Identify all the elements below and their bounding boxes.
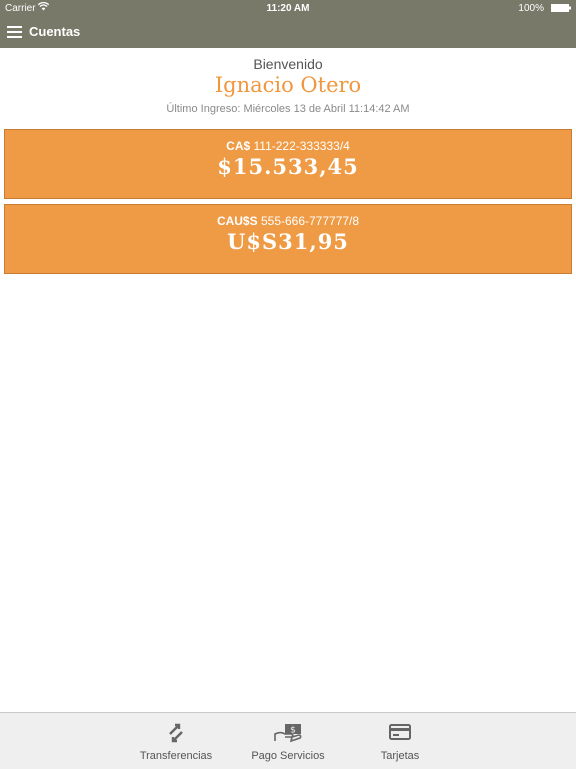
- tab-label: Transferencias: [139, 750, 213, 762]
- account-type: CAU$S: [216, 214, 258, 228]
- status-bar: Carrier 11:20 AM 100%: [0, 0, 576, 16]
- tab-label: Pago Servicios: [251, 750, 325, 762]
- nav-bar: Cuentas: [0, 18, 576, 48]
- account-number: 555-666-777777/8: [260, 214, 360, 228]
- welcome-label: Bienvenido: [253, 56, 323, 72]
- tab-bar: Transferencias $ Pago Servicios Tarjetas: [0, 712, 576, 769]
- tab-pago-servicios[interactable]: $ Pago Servicios: [238, 713, 338, 769]
- payment-icon: $: [274, 724, 302, 743]
- user-name: Ignacio Otero: [214, 73, 362, 97]
- transfer-arrows-icon: [169, 723, 183, 743]
- battery-percentage: 100%: [518, 3, 544, 14]
- account-balance: U$S31,95: [227, 229, 349, 254]
- welcome-section: Bienvenido Ignacio Otero: [0, 56, 576, 97]
- tab-tarjetas[interactable]: Tarjetas: [350, 713, 450, 769]
- account-number: 111-222-333333/4: [253, 139, 350, 153]
- battery-icon: [551, 4, 571, 12]
- account-balance: $15.533,45: [217, 154, 359, 179]
- hamburger-menu-icon[interactable]: [7, 26, 22, 38]
- account-type: CA$: [226, 139, 251, 153]
- last-login-text: Último Ingreso: Miércoles 13 de Abril 11…: [166, 103, 410, 115]
- status-time: 11:20 AM: [266, 3, 310, 14]
- tab-label: Tarjetas: [380, 750, 420, 762]
- top-bar: Carrier 11:20 AM 100% Cuentas: [0, 0, 576, 48]
- account-card[interactable]: CAU$S 555-666-777777/8 U$S31,95: [4, 204, 572, 274]
- page-title: Cuentas: [29, 24, 81, 39]
- account-card[interactable]: CA$ 111-222-333333/4 $15.533,45: [4, 129, 572, 199]
- credit-card-icon: [389, 724, 411, 740]
- tab-transferencias[interactable]: Transferencias: [126, 713, 226, 769]
